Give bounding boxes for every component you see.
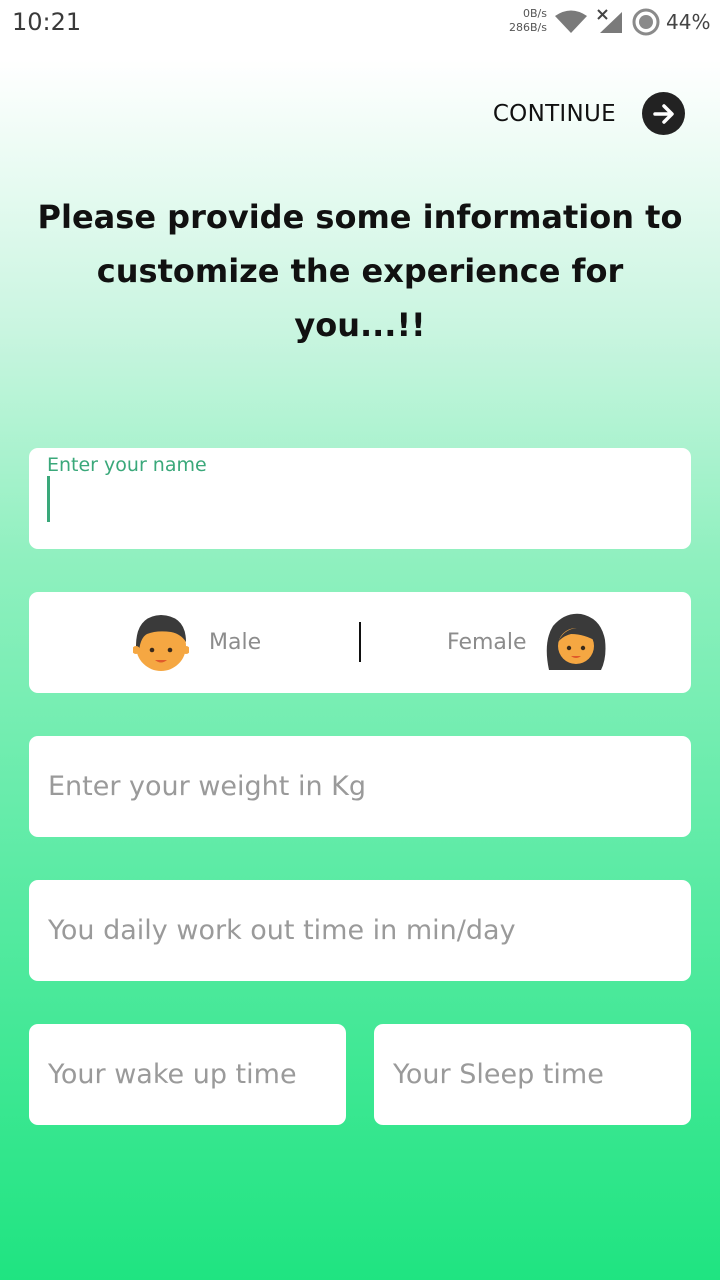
net-up: 0B/s <box>523 7 547 20</box>
gender-selector: Male Female <box>29 592 691 693</box>
gender-male-option[interactable]: Male <box>133 592 261 693</box>
sleep-time-input[interactable] <box>374 1024 691 1125</box>
female-label: Female <box>447 630 527 655</box>
continue-label: CONTINUE <box>492 100 616 127</box>
male-label: Male <box>209 630 262 655</box>
name-input[interactable] <box>47 478 667 522</box>
battery-percent: 44% <box>666 10 711 34</box>
name-field[interactable]: Enter your name <box>29 448 691 549</box>
network-speed: 0B/s 286B/s <box>505 7 547 35</box>
weight-input[interactable] <box>29 736 691 837</box>
wake-time-field[interactable] <box>29 1024 346 1125</box>
female-avatar-icon <box>546 613 606 670</box>
gender-female-option[interactable]: Female <box>447 592 609 693</box>
page-headline: Please provide some information to custo… <box>37 198 683 344</box>
male-avatar-icon <box>133 614 189 671</box>
workout-time-input[interactable] <box>29 880 691 981</box>
wifi-icon <box>555 10 587 33</box>
net-down: 286B/s <box>509 21 547 34</box>
status-bar: 10:21 0B/s 286B/s 44% <box>0 0 720 44</box>
status-time: 10:21 <box>12 8 82 36</box>
sleep-time-field[interactable] <box>374 1024 691 1125</box>
arrow-right-icon[interactable] <box>642 92 685 135</box>
weight-field[interactable] <box>29 736 691 837</box>
signal-icon <box>597 9 622 33</box>
gender-divider <box>359 622 361 662</box>
workout-time-field[interactable] <box>29 880 691 981</box>
continue-button[interactable]: CONTINUE <box>493 92 685 135</box>
do-not-disturb-icon <box>632 8 660 36</box>
name-field-label: Enter your name <box>47 454 207 476</box>
wake-time-input[interactable] <box>29 1024 346 1125</box>
